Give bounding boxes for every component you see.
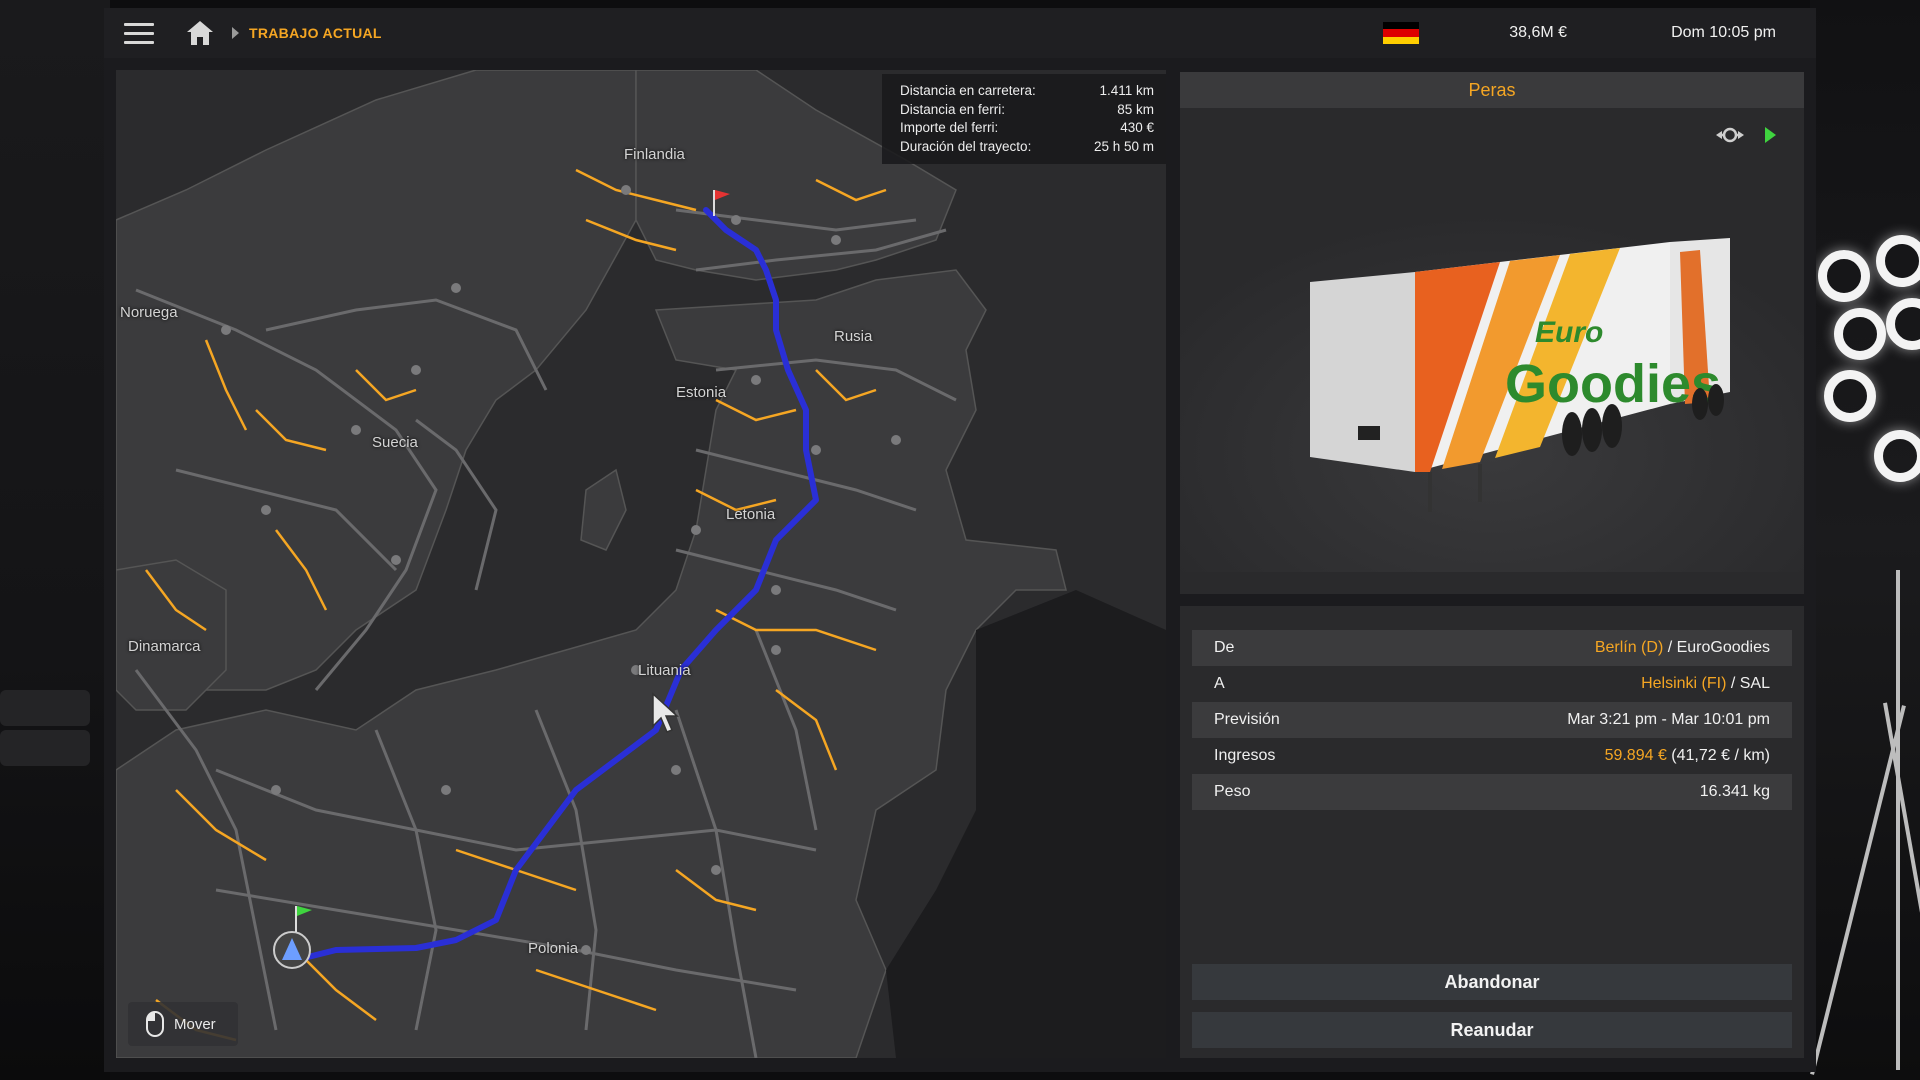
abandon-button[interactable]: Abandonar (1192, 964, 1792, 1000)
light-ring-decoration (1876, 235, 1920, 287)
mouse-cursor-icon (652, 692, 679, 733)
breadcrumb[interactable]: TRABAJO ACTUAL (249, 25, 382, 41)
cargo-view-controls (1715, 126, 1776, 144)
detail-row-to: A Helsinki (FI) / SAL (1192, 666, 1792, 702)
map-label-finlandia: Finlandia (624, 146, 685, 163)
map-label-lituania: Lituania (638, 662, 691, 679)
germany-flag-icon (1383, 22, 1420, 44)
right-background (1810, 0, 1920, 1080)
top-bar: TRABAJO ACTUAL 38,6M € Dom 10:05 pm (104, 8, 1816, 58)
breadcrumb-arrow-icon (232, 27, 239, 39)
detail-label: Peso (1214, 783, 1251, 800)
detail-value: 59.894 € (41,72 € / km) (1605, 747, 1770, 765)
map-label-dinamarca: Dinamarca (128, 638, 201, 655)
route-info-box: Distancia en carretera: 1.411 km Distanc… (882, 74, 1166, 164)
forecast-value: Mar 3:21 pm - Mar 10:01 pm (1567, 711, 1770, 728)
home-button[interactable] (180, 8, 220, 58)
money-display: 38,6M € (1509, 24, 1568, 41)
tripod-decoration (1896, 570, 1900, 1070)
income-value: 59.894 € (1604, 747, 1667, 764)
map-label-estonia: Estonia (676, 384, 727, 401)
info-road-distance: Distancia en carretera: 1.411 km (900, 82, 1154, 101)
denmark-land (116, 559, 227, 711)
map-label-noruega: Noruega (120, 304, 178, 321)
next-trailer-icon[interactable] (1765, 127, 1776, 143)
route-map[interactable]: Finlandia Noruega Rusia Estonia Suecia L… (116, 70, 1166, 1058)
trailer-front (1310, 272, 1415, 472)
detail-value: Helsinki (FI) / SAL (1641, 675, 1770, 692)
map-label-letonia: Letonia (726, 506, 776, 523)
left-background (0, 0, 110, 1080)
info-label: Importe del ferri: (900, 120, 999, 135)
info-value: 1.411 km (1099, 83, 1154, 98)
detail-label: Ingresos (1214, 747, 1276, 764)
status-area: 38,6M € Dom 10:05 pm (1383, 8, 1776, 58)
trailer-brand-line1: Euro (1535, 316, 1603, 349)
light-ring-decoration (1834, 308, 1886, 360)
cargo-title: Peras (1180, 72, 1804, 108)
cargo-panel: Peras Euro Goodies (1180, 72, 1804, 594)
move-map-hint[interactable]: Mover (128, 1002, 238, 1046)
origin-city: Berlín (D) (1594, 639, 1664, 656)
map-canvas[interactable] (116, 70, 1166, 1058)
detail-row-from: De Berlín (D) / EuroGoodies (1192, 630, 1792, 666)
trailer-image: Euro Goodies (1180, 172, 1804, 572)
trailer-rotate-icon[interactable] (1715, 126, 1745, 144)
detail-value: Berlín (D) / EuroGoodies (1594, 639, 1770, 656)
info-label: Duración del trayecto: (900, 138, 1032, 154)
detail-row-income: Ingresos 59.894 € (41,72 € / km) (1192, 738, 1792, 774)
info-label: Distancia en carretera: (900, 83, 1036, 98)
menu-icon-line (124, 40, 154, 44)
detail-label: A (1214, 675, 1225, 692)
job-details: De Berlín (D) / EuroGoodies A Helsinki (… (1180, 606, 1804, 1058)
destination-company: SAL (1739, 675, 1770, 692)
detail-row-forecast: Previsión Mar 3:21 pm - Mar 10:01 pm (1192, 702, 1792, 738)
truck-position-icon[interactable] (273, 931, 311, 969)
map-label-suecia: Suecia (372, 434, 418, 451)
info-ferry-cost: Importe del ferri: 430 € (900, 119, 1154, 138)
info-label: Distancia en ferri: (900, 101, 1006, 117)
light-ring-decoration (1874, 430, 1920, 482)
light-ring-decoration (1824, 370, 1876, 422)
origin-company: EuroGoodies (1676, 639, 1770, 656)
info-trip-duration: Duración del trayecto: 25 h 50 m (900, 138, 1154, 157)
map-label-rusia: Rusia (834, 328, 873, 345)
tire-decoration (0, 690, 90, 726)
menu-button[interactable] (124, 8, 174, 58)
detail-row-weight: Peso 16.341 kg (1192, 774, 1792, 810)
info-value: 85 km (1117, 101, 1154, 117)
info-value: 25 h 50 m (1093, 138, 1154, 154)
home-icon (187, 21, 213, 45)
resume-button[interactable]: Reanudar (1192, 1012, 1792, 1048)
tire-decoration (0, 730, 90, 766)
mover-label: Mover (174, 1015, 216, 1033)
map-label-polonia: Polonia (528, 940, 579, 957)
detail-label: De (1214, 639, 1235, 656)
detail-label: Previsión (1214, 711, 1280, 728)
game-clock: Dom 10:05 pm (1671, 24, 1776, 41)
light-ring-decoration (1818, 250, 1870, 302)
info-value: 430 € (1120, 120, 1154, 135)
income-per-km: (41,72 € / km) (1671, 747, 1770, 764)
weight-value: 16.341 kg (1699, 783, 1770, 800)
mouse-icon (146, 1011, 164, 1037)
destination-city: Helsinki (FI) (1641, 675, 1727, 692)
menu-icon (124, 22, 154, 26)
menu-icon-line (124, 31, 154, 35)
info-ferry-distance: Distancia en ferri: 85 km (900, 101, 1154, 120)
